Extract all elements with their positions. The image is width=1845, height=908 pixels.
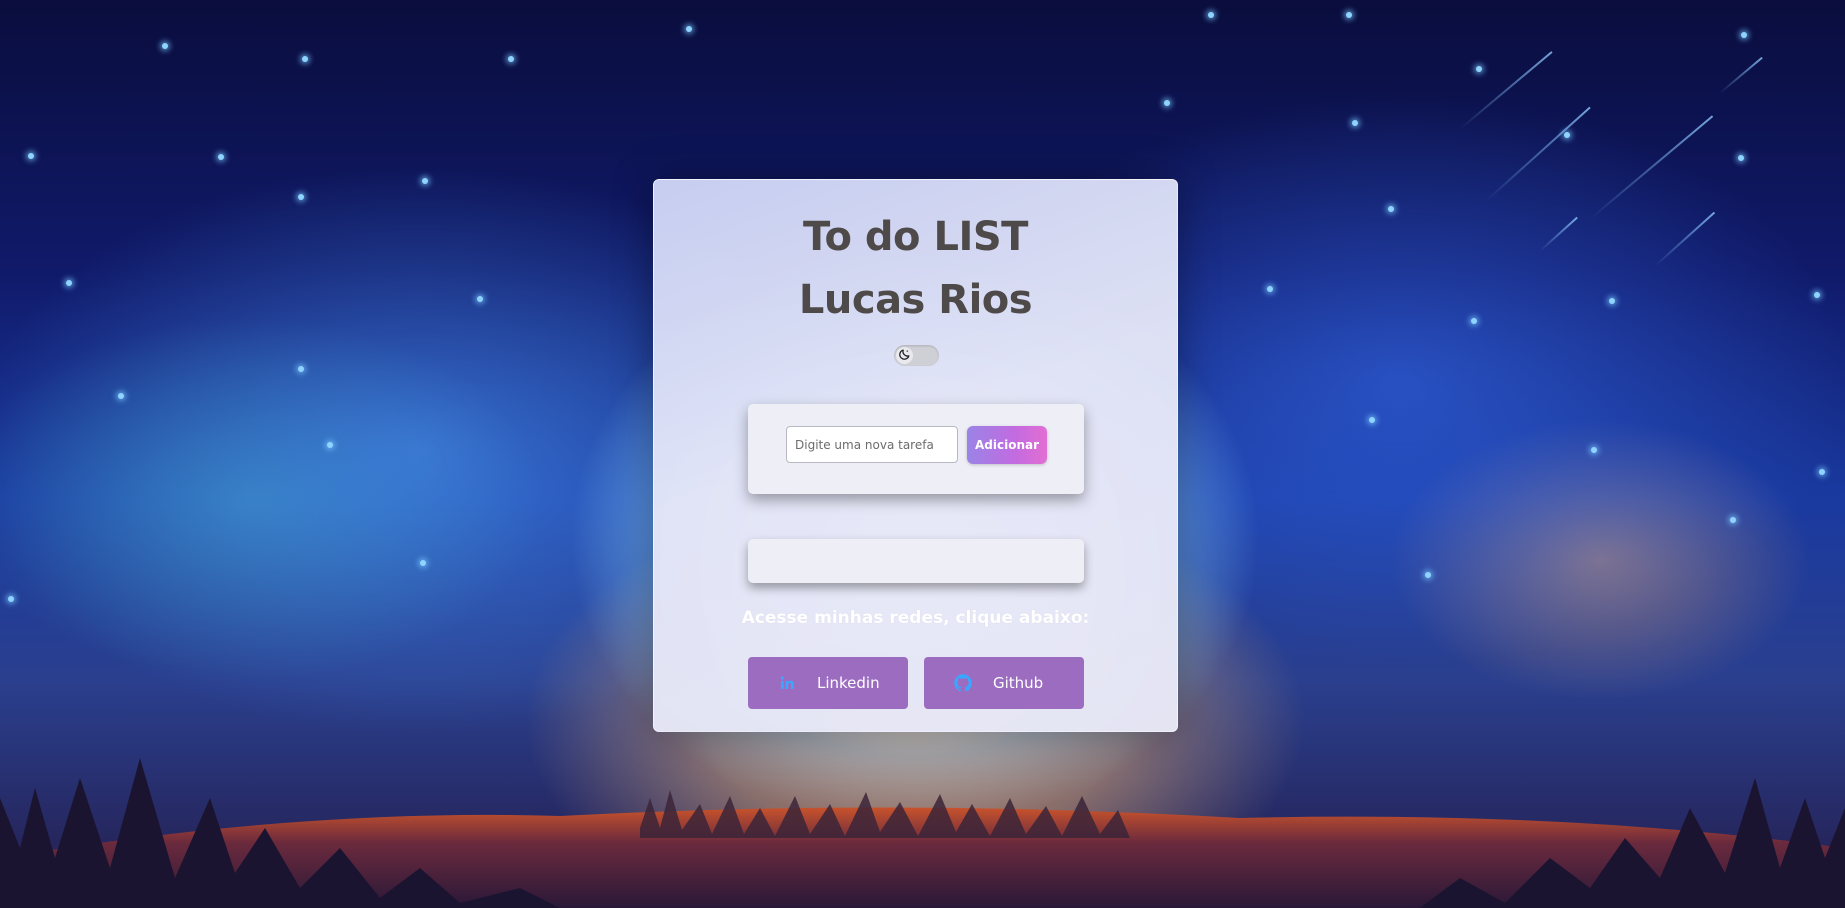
star [1164, 100, 1170, 106]
linkedin-label: Linkedin [817, 674, 880, 692]
task-form: Adicionar [748, 404, 1084, 494]
star [8, 596, 14, 602]
linkedin-button[interactable]: Linkedin [748, 657, 908, 709]
star [298, 194, 304, 200]
star [1730, 517, 1736, 523]
star [1476, 66, 1482, 72]
star [1738, 155, 1744, 161]
star [1388, 206, 1394, 212]
star [1564, 132, 1570, 138]
star [1267, 286, 1273, 292]
star [686, 26, 692, 32]
task-list [748, 539, 1084, 583]
social-heading: Acesse minhas redes, clique abaixo: [741, 608, 1090, 628]
github-icon [953, 673, 973, 693]
star [1425, 572, 1431, 578]
star [218, 154, 224, 160]
shooting-star [1654, 211, 1716, 267]
title-line-app: To do LIST [803, 214, 1028, 260]
star [1471, 318, 1477, 324]
star [28, 153, 34, 159]
star [1609, 298, 1615, 304]
star [162, 43, 168, 49]
shooting-star [1589, 115, 1714, 220]
add-task-button[interactable]: Adicionar [967, 426, 1047, 464]
star [1814, 292, 1820, 298]
star [66, 280, 72, 286]
star [420, 560, 426, 566]
moon-icon [898, 346, 911, 365]
todo-card: To do LIST Lucas Rios Adicionar Acesse m… [653, 179, 1178, 732]
shooting-star [1459, 51, 1553, 130]
github-button[interactable]: Github [924, 657, 1084, 709]
forest-silhouette [0, 758, 1845, 908]
star [1208, 12, 1214, 18]
star [302, 56, 308, 62]
star [1819, 469, 1825, 475]
star [298, 366, 304, 372]
shooting-star [1539, 216, 1578, 252]
star [477, 296, 483, 302]
star [327, 442, 333, 448]
star [1741, 32, 1747, 38]
task-input[interactable] [786, 426, 958, 463]
linkedin-icon [777, 673, 797, 693]
page-title: To do LIST Lucas Rios [654, 206, 1177, 332]
star [508, 56, 514, 62]
star [422, 178, 428, 184]
theme-toggle[interactable] [894, 345, 939, 366]
star [118, 393, 124, 399]
github-label: Github [993, 674, 1044, 692]
shooting-star [1719, 56, 1763, 94]
star [1352, 120, 1358, 126]
toggle-knob[interactable] [896, 347, 913, 364]
star [1591, 447, 1597, 453]
star [1369, 417, 1375, 423]
shooting-star [1485, 106, 1591, 202]
star [1346, 12, 1352, 18]
title-line-author: Lucas Rios [798, 277, 1033, 323]
